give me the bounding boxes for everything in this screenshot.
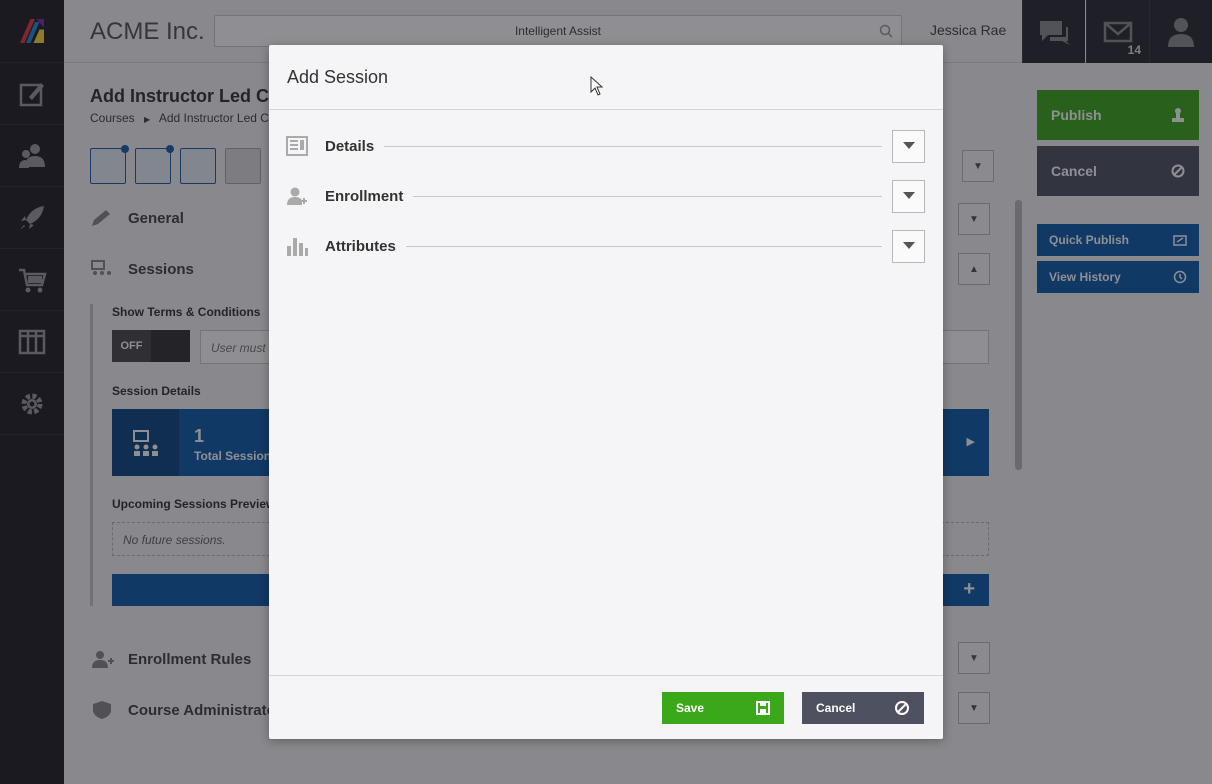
accordion-enrollment[interactable]: Enrollment [285,179,925,213]
mouse-cursor-icon [590,76,604,96]
divider-line [405,245,882,247]
accordion-details[interactable]: Details [285,129,925,163]
details-icon [285,134,309,158]
enrollment-expand-button[interactable] [892,179,925,213]
attributes-icon [285,234,309,258]
modal-footer: Save Cancel [269,675,943,739]
enrollment-icon [285,184,309,208]
chevron-down-icon [902,242,915,249]
modal-title: Add Session [269,45,943,110]
chevron-down-icon [902,192,915,199]
chevron-down-icon [902,142,915,149]
details-expand-button[interactable] [892,129,925,163]
ban-icon [895,701,909,715]
save-label: Save [676,701,705,715]
divider-line [413,195,882,197]
accordion-attributes[interactable]: Attributes [285,229,925,263]
cancel-button[interactable]: Cancel [802,692,924,724]
divider-line [384,145,882,147]
add-session-modal: Add Session Details Enrollment Attribute… [269,45,943,739]
accordion-attributes-label: Attributes [325,237,396,255]
cancel-label: Cancel [816,701,856,715]
accordion-enrollment-label: Enrollment [325,187,404,205]
accordion-details-label: Details [325,137,375,155]
floppy-disk-icon [756,701,770,715]
attributes-expand-button[interactable] [892,229,925,263]
save-button[interactable]: Save [662,692,784,724]
